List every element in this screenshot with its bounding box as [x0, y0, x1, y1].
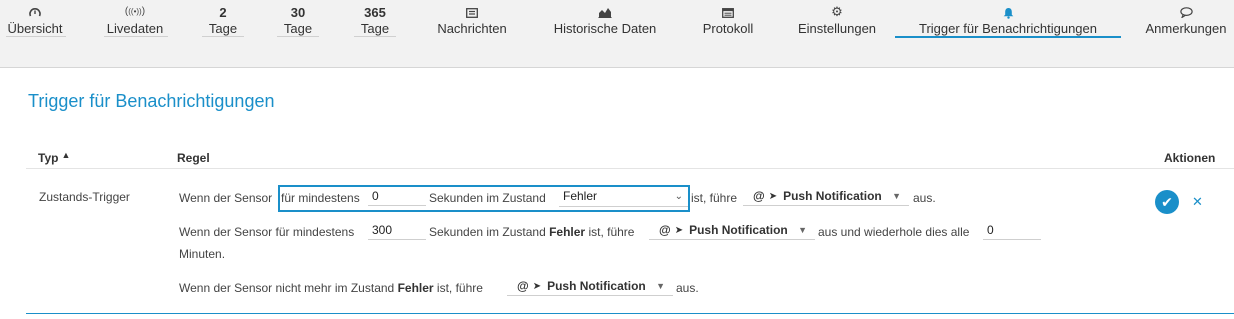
tab-bar: Übersicht (((•))) Livedaten 2 Tage 30 Ta… — [0, 0, 1234, 68]
tab-separator — [202, 36, 244, 37]
column-header-type[interactable]: Typ ▲ — [38, 150, 71, 165]
tab-label: Livedaten — [106, 21, 164, 36]
tab-log[interactable]: Protokoll — [699, 4, 757, 38]
sort-ascending-icon: ▲ — [61, 150, 71, 160]
tab-live-data[interactable]: (((•))) Livedaten — [104, 4, 166, 38]
send-icon: ➤ — [532, 281, 542, 292]
tab-label: Nachrichten — [437, 21, 507, 36]
rule-text-part: Wenn der Sensor nicht mehr im Zustand — [179, 281, 395, 295]
tab-separator — [104, 36, 168, 37]
rule-text: Wenn der Sensor für mindestens — [179, 225, 355, 239]
state-name: Fehler — [549, 225, 586, 239]
tab-historic-data[interactable]: Historische Daten — [551, 4, 659, 38]
notification-select[interactable]: @ ➤ Push Notification ▼ — [649, 221, 815, 240]
page-title: Trigger für Benachrichtigungen — [28, 91, 275, 111]
tab-label: Tage — [283, 21, 313, 36]
cancel-close-button[interactable]: ✕ — [1192, 194, 1203, 210]
gauge-icon — [6, 4, 64, 20]
notification-select[interactable]: @ ➤ Push Notification ▼ — [507, 277, 673, 296]
tab-label: Protokoll — [702, 21, 754, 36]
tab-label: Tage — [208, 21, 238, 36]
caret-down-icon: ▼ — [892, 191, 901, 201]
tab-separator — [354, 36, 396, 37]
tab-settings[interactable]: ⚙ Einstellungen — [795, 4, 879, 38]
tab-365-days[interactable]: 365 Tage — [355, 4, 395, 38]
rule-text: Sekunden im Zustand Fehler ist, führe — [429, 225, 634, 239]
tab-notification-triggers[interactable]: Trigger für Benachrichtigungen — [895, 4, 1121, 38]
send-icon: ➤ — [768, 191, 778, 202]
at-icon: @ — [753, 189, 765, 203]
rule-text: Wenn der Sensor — [179, 191, 273, 205]
tab-number: 365 — [364, 5, 386, 20]
save-checkmark-button[interactable]: ✔ — [1155, 190, 1179, 214]
at-icon: @ — [659, 223, 671, 237]
tab-number: 2 — [219, 5, 227, 20]
repeat-minutes-input[interactable] — [983, 220, 1041, 240]
tab-messages[interactable]: Nachrichten — [434, 4, 510, 38]
state-name: Fehler — [397, 281, 434, 295]
comment-icon — [1144, 4, 1228, 20]
notification-name: Push Notification — [689, 223, 788, 237]
notification-select[interactable]: @ ➤ Push Notification ▼ — [743, 187, 909, 206]
tab-separator — [6, 36, 66, 37]
active-tab-indicator — [895, 36, 1121, 38]
tab-label: Historische Daten — [553, 21, 657, 36]
tab-notes[interactable]: Anmerkungen — [1144, 4, 1228, 38]
column-header-actions: Aktionen — [1164, 151, 1216, 165]
caret-down-icon: ▼ — [656, 281, 665, 291]
tab-label: Übersicht — [7, 21, 63, 36]
duration-seconds-input[interactable] — [368, 220, 426, 240]
send-icon: ➤ — [674, 225, 684, 236]
broadcast-icon: (((•))) — [124, 6, 146, 17]
notification-name: Push Notification — [783, 189, 882, 203]
caret-down-icon: ▼ — [798, 225, 807, 235]
notification-name: Push Notification — [547, 279, 646, 293]
rule-text: aus. — [676, 281, 699, 295]
tab-label: Einstellungen — [797, 21, 877, 36]
at-icon: @ — [517, 279, 529, 293]
row-bottom-border — [26, 313, 1234, 314]
gear-icon: ⚙ — [831, 4, 843, 19]
tab-number: 30 — [290, 5, 306, 20]
rule-text-part: ist, führe — [588, 225, 635, 239]
rule-text-part: ist, führe — [436, 281, 483, 295]
area-chart-icon — [551, 4, 659, 20]
tab-label: Tage — [360, 21, 390, 36]
tab-30-days[interactable]: 30 Tage — [278, 4, 318, 38]
tab-2-days[interactable]: 2 Tage — [203, 4, 243, 38]
rule-text: aus und wiederhole dies alle — [818, 225, 970, 239]
bell-icon — [895, 4, 1121, 20]
tab-separator — [277, 36, 319, 37]
tab-label: Trigger für Benachrichtigungen — [918, 21, 1097, 36]
message-icon — [434, 4, 510, 20]
log-icon — [699, 4, 757, 20]
rule-text: Wenn der Sensor nicht mehr im Zustand Fe… — [179, 281, 483, 295]
trigger-type: Zustands-Trigger — [39, 190, 130, 204]
tab-overview[interactable]: Übersicht — [6, 4, 64, 38]
divider — [26, 168, 1234, 169]
rule-text: aus. — [913, 191, 936, 205]
edit-focus-frame — [278, 185, 690, 212]
column-header-label: Typ — [38, 151, 59, 165]
column-header-rule: Regel — [177, 151, 210, 165]
rule-text: ist, führe — [691, 191, 738, 205]
rule-text-part: Sekunden im Zustand — [429, 225, 546, 239]
tab-label: Anmerkungen — [1145, 21, 1227, 36]
rule-text: Minuten. — [179, 247, 226, 261]
